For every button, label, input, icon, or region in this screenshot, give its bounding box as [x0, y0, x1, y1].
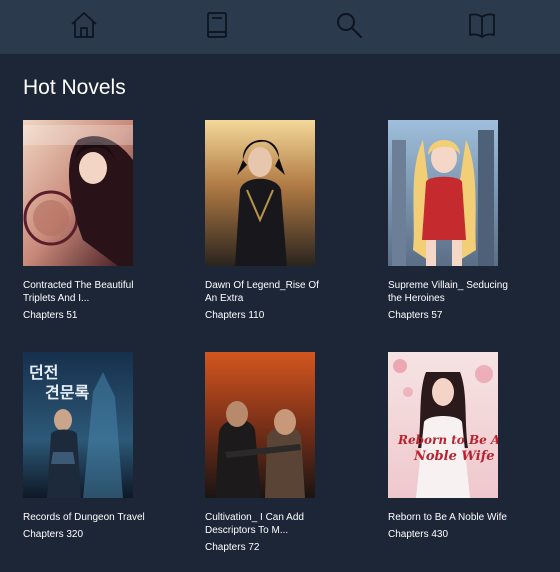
- cover-title-text: Noble Wife: [413, 449, 495, 464]
- cover-title-text: 던전: [29, 363, 58, 382]
- novel-title: Reborn to Be A Noble Wife: [388, 512, 507, 523]
- novel-card[interactable]: Reborn to Be A Noble Wife Reborn to Be A…: [388, 352, 548, 541]
- novel-chapter-count: Chapters 72: [205, 542, 260, 553]
- novel-card[interactable]: Contracted The Beautiful Triplets And I.…: [23, 120, 183, 322]
- novel-title: Records of Dungeon Travel: [23, 512, 145, 523]
- novel-title: Supreme Villain_ Seducing the Heroines: [388, 280, 508, 304]
- novel-title: Cultivation_ I Can Add Descriptors To M.…: [205, 512, 304, 536]
- novel-cover-image[interactable]: [205, 352, 315, 498]
- novel-card[interactable]: 던전 견문록 Records of Dungeon Travel Chapter…: [23, 352, 183, 541]
- novel-card[interactable]: Dawn Of Legend_Rise Of An Extra Chapters…: [205, 120, 365, 322]
- novel-chapter-count: Chapters 430: [388, 529, 449, 540]
- novel-cover-image[interactable]: [388, 120, 498, 266]
- cover-title-text: Reborn to Be A: [397, 433, 498, 447]
- novel-grid: Contracted The Beautiful Triplets And I.…: [0, 0, 560, 572]
- novel-chapter-count: Chapters 51: [23, 310, 78, 321]
- novel-cover-image[interactable]: Reborn to Be A Noble Wife: [388, 352, 498, 498]
- novel-title: Dawn Of Legend_Rise Of An Extra: [205, 280, 319, 304]
- novel-chapter-count: Chapters 57: [388, 310, 443, 321]
- novel-title: Contracted The Beautiful Triplets And I.…: [23, 280, 134, 304]
- cover-title-text: 견문록: [45, 383, 89, 402]
- novel-cover-image[interactable]: 던전 견문록: [23, 352, 133, 498]
- novel-chapter-count: Chapters 110: [205, 310, 265, 321]
- novel-cover-image[interactable]: [205, 120, 315, 266]
- novel-card[interactable]: Supreme Villain_ Seducing the Heroines C…: [388, 120, 548, 322]
- novel-cover-image[interactable]: [23, 120, 133, 266]
- novel-chapter-count: Chapters 320: [23, 529, 84, 540]
- novel-card[interactable]: Cultivation_ I Can Add Descriptors To M.…: [205, 352, 365, 554]
